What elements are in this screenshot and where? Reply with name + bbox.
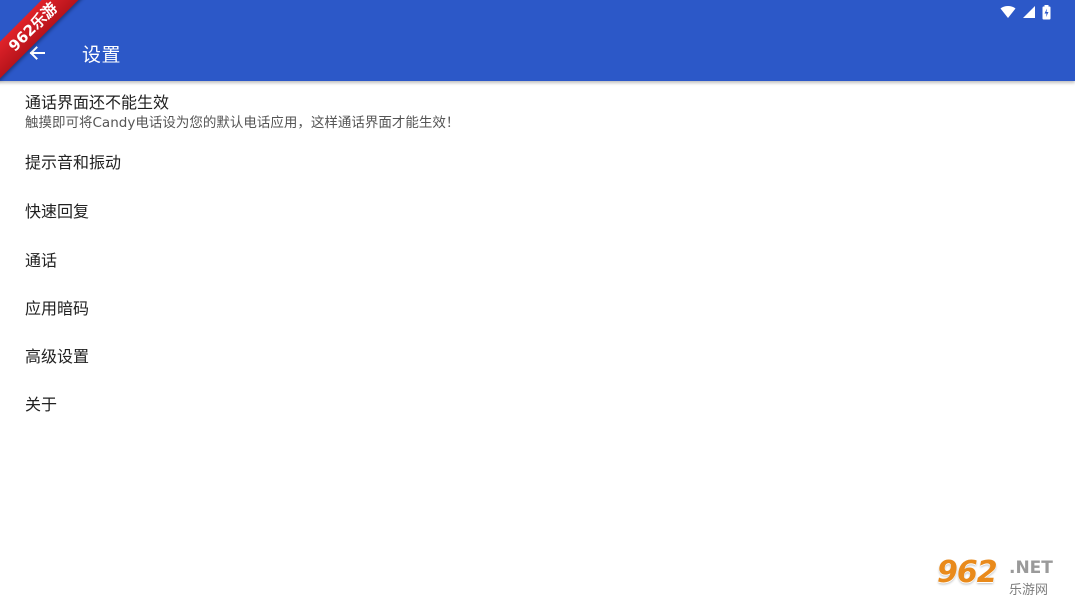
setting-item-title: 提示音和振动 [25, 153, 122, 172]
setting-item-summary: 触摸即可将Candy电话设为您的默认电话应用，这样通话界面才能生效！ [25, 115, 460, 131]
setting-item-sound-vibration[interactable]: 提示音和振动 [0, 137, 1075, 183]
setting-item-title: 应用暗码 [25, 299, 90, 318]
watermark-site-name: 乐游网 [1009, 583, 1049, 598]
setting-item-secret-codes[interactable]: 应用暗码 [0, 281, 1075, 327]
setting-item-title: 通话 [25, 251, 58, 270]
setting-item-title: 关于 [25, 395, 58, 414]
battery-icon [1042, 4, 1051, 19]
wifi-icon [1000, 6, 1016, 19]
cellular-signal-icon [1023, 6, 1035, 18]
watermark-net: .NET [1009, 558, 1053, 578]
setting-item-title: 快速回复 [25, 202, 90, 221]
watermark-number: 962 [937, 555, 998, 590]
status-bar [1000, 4, 1051, 20]
setting-item-about[interactable]: 关于 [0, 377, 1075, 423]
setting-item-title: 通话界面还不能生效 [25, 93, 170, 112]
setting-item-quick-replies[interactable]: 快速回复 [0, 185, 1075, 231]
page-title: 设置 [82, 44, 122, 66]
setting-item-advanced[interactable]: 高级设置 [0, 329, 1075, 375]
watermark-logo: 962 .NET 乐游网 [937, 555, 1069, 601]
setting-item-default-dialer[interactable]: 通话界面还不能生效 触摸即可将Candy电话设为您的默认电话应用，这样通话界面才… [0, 81, 1075, 135]
setting-item-title: 高级设置 [25, 347, 90, 366]
app-bar: 设置 [0, 0, 1075, 81]
setting-item-calls[interactable]: 通话 [0, 233, 1075, 279]
